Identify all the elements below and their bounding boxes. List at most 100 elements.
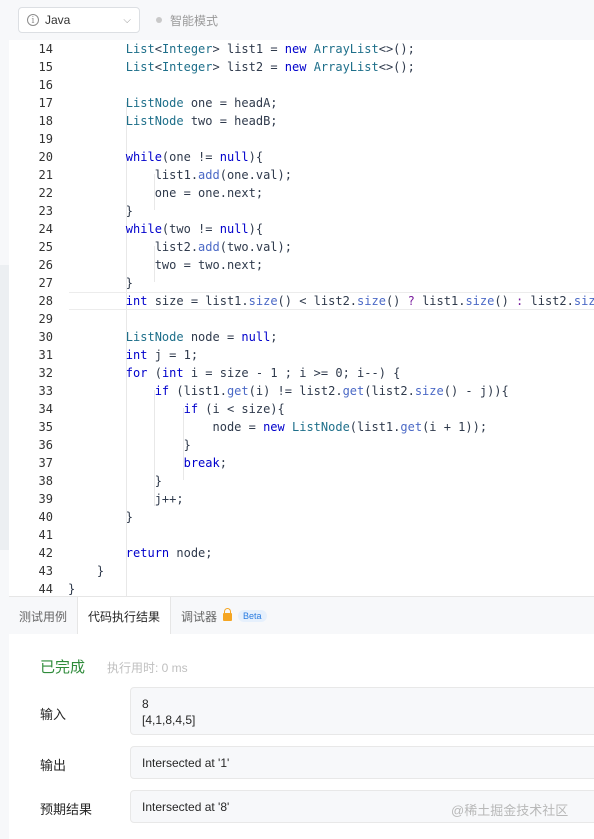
- line-number: 29: [38, 312, 53, 326]
- line-number: 42: [38, 546, 53, 560]
- code-text: int j = 1;: [125, 348, 199, 362]
- info-icon: i: [27, 14, 39, 26]
- code-text: list1.add(one.val);: [68, 168, 292, 182]
- code-text: ListNode node = null;: [125, 330, 278, 344]
- line-number: 20: [38, 150, 53, 164]
- elapsed-time: 执行用时: 0 ms: [107, 661, 188, 675]
- code-line[interactable]: 41: [9, 526, 594, 544]
- line-number: 24: [38, 222, 53, 236]
- line-number: 41: [38, 528, 53, 542]
- code-line[interactable]: 28 int size = list1.size() < list2.size(…: [9, 292, 594, 310]
- line-number: 16: [38, 78, 53, 92]
- line-number: 18: [38, 114, 53, 128]
- editor-toolbar: i Java ⌵ 智能模式: [9, 0, 594, 41]
- code-line[interactable]: 15 List<Integer> list2 = new ArrayList<>…: [9, 58, 594, 76]
- code-text: }: [68, 510, 134, 524]
- line-number: 14: [38, 42, 53, 56]
- line-number: 27: [38, 276, 53, 290]
- code-line[interactable]: 39 j++;: [9, 490, 594, 508]
- code-text: node = new ListNode(list1.get(i + 1));: [68, 420, 488, 434]
- code-line[interactable]: 38 }: [9, 472, 594, 490]
- code-line[interactable]: 24 while(two != null){: [9, 220, 594, 238]
- smart-mode-toggle[interactable]: 智能模式: [156, 12, 218, 29]
- tab-debugger[interactable]: 调试器 Beta: [171, 597, 277, 635]
- line-number: 19: [38, 132, 53, 146]
- code-text: }: [68, 474, 162, 488]
- line-number: 44: [38, 582, 53, 596]
- tab-label: 代码执行结果: [88, 609, 161, 624]
- line-number: 36: [38, 438, 53, 452]
- code-line[interactable]: 25 list2.add(two.val);: [9, 238, 594, 256]
- code-text: ListNode two = headB;: [125, 114, 278, 128]
- watermark: @稀土掘金技术社区: [451, 803, 569, 818]
- code-editor[interactable]: 14 List<Integer> list1 = new ArrayList<>…: [9, 40, 594, 596]
- code-line[interactable]: 27 }: [9, 274, 594, 292]
- code-line[interactable]: 18 ListNode two = headB;: [9, 112, 594, 130]
- language-label: Java: [45, 13, 71, 27]
- code-text: }: [68, 438, 191, 452]
- code-line[interactable]: 34 if (i < size){: [9, 400, 594, 418]
- output-label: 输出: [40, 758, 67, 773]
- code-line[interactable]: 17 ListNode one = headA;: [9, 94, 594, 112]
- code-line[interactable]: 32 for (int i = size - 1 ; i >= 0; i--) …: [9, 364, 594, 382]
- line-number: 43: [38, 564, 53, 578]
- code-line[interactable]: 21 list1.add(one.val);: [9, 166, 594, 184]
- line-number: 37: [38, 456, 53, 470]
- tab-test-cases[interactable]: 测试用例: [9, 597, 77, 635]
- smart-mode-label: 智能模式: [170, 13, 219, 28]
- line-number: 40: [38, 510, 53, 524]
- code-text: }: [68, 564, 105, 578]
- code-text: ListNode one = headA;: [125, 96, 278, 110]
- tab-label: 测试用例: [19, 609, 68, 624]
- code-line[interactable]: 26 two = two.next;: [9, 256, 594, 274]
- code-line[interactable]: 31 int j = 1;: [9, 346, 594, 364]
- input-box[interactable]: 8 [4,1,8,4,5]: [130, 687, 594, 735]
- code-line[interactable]: 16: [9, 76, 594, 94]
- code-text: one = one.next;: [68, 186, 264, 200]
- line-number: 17: [38, 96, 53, 110]
- code-text: }: [68, 204, 134, 218]
- code-line[interactable]: 36 }: [9, 436, 594, 454]
- code-text: }: [68, 582, 76, 596]
- code-line[interactable]: 20 while(one != null){: [9, 148, 594, 166]
- line-number: 25: [38, 240, 53, 254]
- code-line[interactable]: 30 ListNode node = null;: [9, 328, 594, 346]
- input-line: 8: [142, 697, 149, 711]
- code-line[interactable]: 42 return node;: [9, 544, 594, 562]
- code-line[interactable]: 29: [9, 310, 594, 328]
- code-line[interactable]: 40 }: [9, 508, 594, 526]
- line-number: 15: [38, 60, 53, 74]
- tab-run-result[interactable]: 代码执行结果: [77, 597, 172, 635]
- beta-badge: Beta: [238, 610, 267, 622]
- line-number: 22: [38, 186, 53, 200]
- code-text: }: [68, 276, 134, 290]
- code-line[interactable]: 14 List<Integer> list1 = new ArrayList<>…: [9, 40, 594, 58]
- code-text: if (list1.get(i) != list2.get(list2.size…: [154, 384, 509, 398]
- line-number: 35: [38, 420, 53, 434]
- code-line[interactable]: 23 }: [9, 202, 594, 220]
- code-text: if (i < size){: [183, 402, 285, 416]
- code-line[interactable]: 43 }: [9, 562, 594, 580]
- code-text: list2.add(two.val);: [68, 240, 292, 254]
- line-number: 32: [38, 366, 53, 380]
- line-number: 30: [38, 330, 53, 344]
- output-box[interactable]: Intersected at '1': [130, 746, 594, 779]
- code-line[interactable]: 44}: [9, 580, 594, 596]
- line-number: 34: [38, 402, 53, 416]
- code-line[interactable]: 35 node = new ListNode(list1.get(i + 1))…: [9, 418, 594, 436]
- code-line[interactable]: 22 one = one.next;: [9, 184, 594, 202]
- input-label: 输入: [40, 707, 67, 722]
- code-line[interactable]: 19: [9, 130, 594, 148]
- tab-label: 调试器: [181, 609, 218, 624]
- line-number: 33: [38, 384, 53, 398]
- mode-dot-icon: [156, 17, 162, 23]
- code-text: break;: [183, 456, 227, 470]
- code-text: while(two != null){: [125, 222, 264, 236]
- code-text: two = two.next;: [68, 258, 264, 272]
- code-line[interactable]: 37 break;: [9, 454, 594, 472]
- lock-icon: [223, 608, 233, 621]
- chevron-down-icon: ⌵: [123, 14, 131, 26]
- code-text: List<Integer> list1 = new ArrayList<>();: [125, 42, 415, 56]
- code-line[interactable]: 33 if (list1.get(i) != list2.get(list2.s…: [9, 382, 594, 400]
- language-select[interactable]: i Java ⌵: [18, 7, 140, 33]
